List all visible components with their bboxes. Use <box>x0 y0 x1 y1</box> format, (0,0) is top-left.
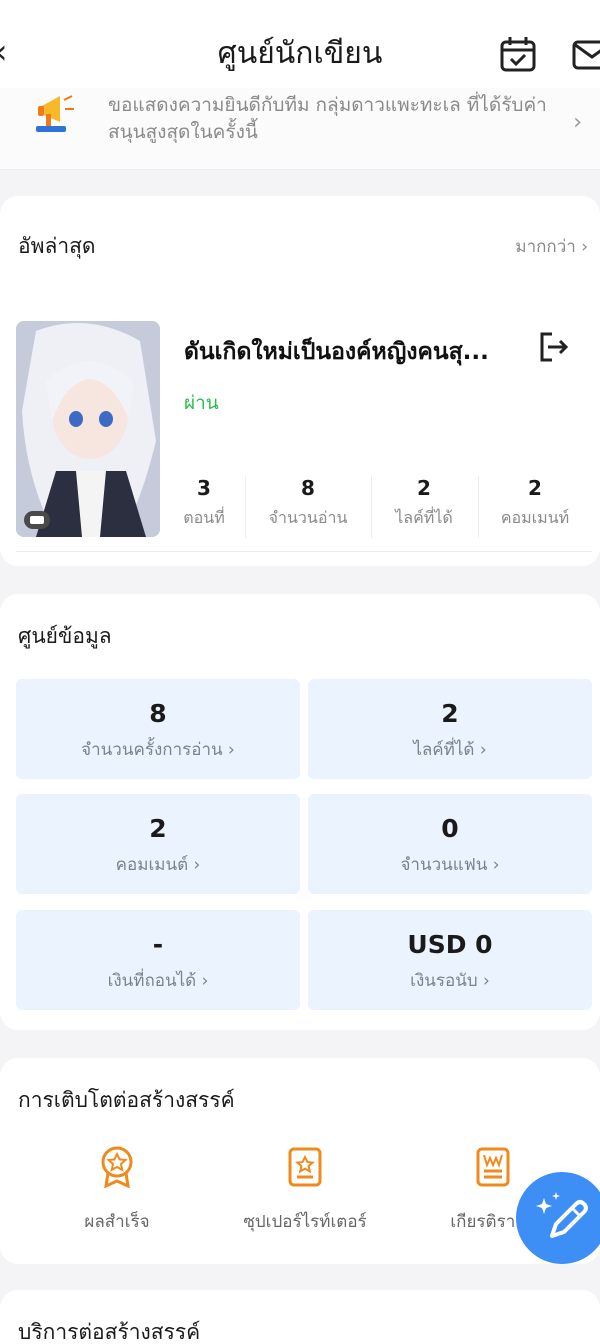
data-center-card: ศูนย์ข้อมูล 8 จำนวนครั้งการอ่าน › 2 ไลค์… <box>0 594 600 1030</box>
super-writer-item[interactable]: ซุปเปอร์ไรท์เตอร์ <box>222 1146 388 1235</box>
megaphone-icon <box>36 95 74 132</box>
section-title-data: ศูนย์ข้อมูล <box>18 624 112 648</box>
tile-withdrawable[interactable]: - เงินที่ถอนได้ › <box>16 910 300 1010</box>
medal-icon <box>101 1146 133 1188</box>
divider <box>245 476 246 538</box>
tile-likes[interactable]: 2 ไลค์ที่ได้ › <box>308 679 592 779</box>
divider <box>16 551 592 552</box>
section-title-growth: การเติบโตต่อสร้างสรรค์ <box>18 1088 235 1112</box>
star-badge-icon <box>288 1147 322 1187</box>
section-title-services: บริการต่อสร้างสรรค์ <box>18 1320 201 1344</box>
stat-likes: 2 ไลค์ที่ได้ <box>395 476 453 527</box>
services-card: บริการต่อสร้างสรรค์ <box>0 1290 600 1344</box>
more-link[interactable]: มากกว่า › <box>515 233 588 260</box>
growth-card: การเติบโตต่อสร้างสรรค์ ผลสำเร็จ ซุปเปอร์… <box>0 1058 600 1264</box>
book-cover[interactable] <box>16 321 160 537</box>
certificate-icon <box>476 1147 510 1187</box>
stat-reads: 8 จำนวนอ่าน <box>268 476 348 527</box>
achievement-item[interactable]: ผลสำเร็จ <box>42 1146 192 1235</box>
write-fab-button[interactable] <box>516 1172 600 1264</box>
book-title[interactable]: ดันเกิดใหม่เป็นองค์หญิงคนสุ... <box>184 334 489 370</box>
announcement-banner[interactable]: ขอแสดงความยินดีกับทีม กลุ่มดาวแพะทะเล ที… <box>0 88 600 170</box>
latest-update-card: อัพล่าสุด มากกว่า › ดันเกิดใหม่เป็นองค์ห… <box>0 196 600 566</box>
tile-pending-income[interactable]: USD 0 เงินรอนับ › <box>308 910 592 1010</box>
chevron-right-icon: › <box>573 110 582 135</box>
pencil-sparkle-icon <box>536 1192 588 1238</box>
divider <box>371 476 372 538</box>
section-title-latest: อัพล่าสุด <box>18 234 96 258</box>
book-status: ผ่าน <box>184 392 219 414</box>
announcement-text: ขอแสดงความยินดีกับทีม กลุ่มดาวแพะทะเล ที… <box>108 94 547 143</box>
mail-icon[interactable] <box>572 34 600 74</box>
tile-comments[interactable]: 2 คอมเมนต์ › <box>16 794 300 894</box>
calendar-check-icon[interactable] <box>498 34 538 74</box>
divider <box>478 476 479 538</box>
stat-chapters: 3 ตอนที่ <box>183 476 225 527</box>
tile-fans[interactable]: 0 จำนวนแฟน › <box>308 794 592 894</box>
stat-comments: 2 คอมเมนท์ <box>500 476 570 527</box>
tile-read-count[interactable]: 8 จำนวนครั้งการอ่าน › <box>16 679 300 779</box>
exit-icon[interactable] <box>536 330 570 364</box>
